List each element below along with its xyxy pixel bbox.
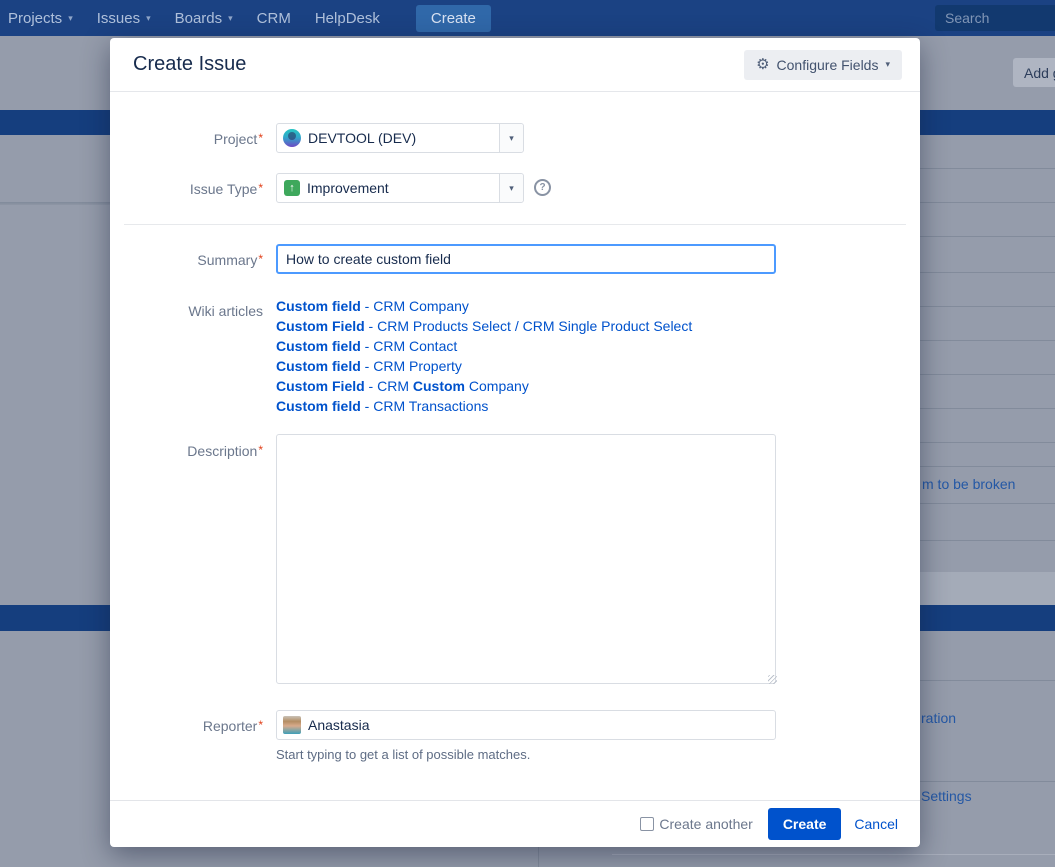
chevron-down-icon: ▾ — [228, 13, 233, 24]
dialog-title: Create Issue — [133, 53, 246, 76]
summary-input[interactable] — [276, 244, 776, 274]
resize-grip-icon[interactable] — [768, 675, 777, 684]
project-value: DEVTOOL (DEV) — [308, 130, 499, 146]
wiki-articles-list: Custom field - CRM CompanyCustom Field -… — [276, 296, 692, 416]
gear-icon: ⚙ — [756, 57, 769, 72]
background-row-divider — [920, 306, 1055, 307]
chevron-down-icon: ▾ — [885, 59, 890, 70]
chevron-down-icon: ▾ — [509, 183, 514, 194]
nav-crm-label: CRM — [257, 10, 291, 27]
issue-type-select[interactable]: ↑ Improvement ▾ — [276, 173, 524, 203]
nav-issues-label: Issues — [97, 10, 140, 27]
project-label: Project — [110, 131, 263, 147]
wiki-article-link[interactable]: Custom field - CRM Company — [276, 296, 692, 316]
description-textarea[interactable] — [276, 434, 776, 684]
improvement-icon: ↑ — [284, 180, 300, 196]
nav-create-button[interactable]: Create — [416, 5, 491, 32]
nav-helpdesk[interactable]: HelpDesk — [315, 10, 380, 27]
wiki-article-link[interactable]: Custom field - CRM Transactions — [276, 396, 692, 416]
background-row-divider — [920, 466, 1055, 467]
background-row-divider — [920, 374, 1055, 375]
reporter-input[interactable]: Anastasia — [276, 710, 776, 740]
background-row-divider — [920, 168, 1055, 169]
background-configuration-link[interactable]: ration — [921, 710, 956, 726]
search-input[interactable] — [935, 5, 1055, 31]
chevron-down-icon: ▾ — [509, 133, 514, 144]
create-button[interactable]: Create — [768, 808, 842, 840]
background-row-divider — [920, 340, 1055, 341]
background-row-divider — [920, 680, 1055, 681]
background-row-divider — [920, 272, 1055, 273]
reporter-value: Anastasia — [308, 717, 369, 733]
wiki-article-link[interactable]: Custom field - CRM Property — [276, 356, 692, 376]
add-gadget-button[interactable]: Add g — [1013, 58, 1055, 87]
background-row-divider — [920, 408, 1055, 409]
create-issue-dialog: Create Issue ⚙ Configure Fields ▾ Projec… — [110, 38, 920, 847]
wiki-article-link[interactable]: Custom Field - CRM Products Select / CRM… — [276, 316, 692, 336]
background-panel-edge — [0, 202, 110, 205]
create-another-checkbox[interactable] — [640, 817, 654, 831]
chevron-down-icon: ▾ — [68, 13, 73, 24]
background-column-divider — [538, 845, 539, 867]
top-nav: Projects ▾ Issues ▾ Boards ▾ CRM HelpDes… — [0, 0, 1055, 36]
nav-projects[interactable]: Projects ▾ — [8, 10, 73, 27]
cancel-link[interactable]: Cancel — [854, 816, 898, 832]
background-row-divider — [920, 781, 1055, 782]
issue-type-value: Improvement — [307, 180, 499, 196]
nav-helpdesk-label: HelpDesk — [315, 10, 380, 27]
description-label: Description — [110, 443, 263, 459]
background-row-divider — [920, 503, 1055, 504]
section-divider — [124, 224, 906, 225]
dialog-footer: Create another Create Cancel — [110, 800, 920, 847]
wiki-articles-label: Wiki articles — [110, 303, 263, 319]
background-row-divider — [920, 442, 1055, 443]
chevron-down-icon: ▾ — [146, 13, 151, 24]
create-another-label: Create another — [659, 816, 752, 832]
screen: Projects ▾ Issues ▾ Boards ▾ CRM HelpDes… — [0, 0, 1055, 867]
nav-boards-label: Boards — [175, 10, 223, 27]
background-row-highlight — [920, 572, 1055, 605]
background-row-divider — [920, 202, 1055, 203]
issue-type-label: Issue Type — [110, 181, 263, 197]
wiki-article-link[interactable]: Custom field - CRM Contact — [276, 336, 692, 356]
background-issue-link[interactable]: m to be broken — [922, 476, 1015, 492]
reporter-avatar — [283, 716, 301, 734]
summary-label: Summary — [110, 252, 263, 268]
help-icon[interactable]: ? — [534, 179, 551, 196]
nav-boards[interactable]: Boards ▾ — [175, 10, 233, 27]
background-settings-link[interactable]: Settings — [921, 788, 972, 804]
reporter-hint: Start typing to get a list of possible m… — [276, 747, 530, 762]
dialog-header: Create Issue ⚙ Configure Fields ▾ — [110, 38, 920, 92]
project-avatar-icon — [283, 129, 301, 147]
configure-fields-label: Configure Fields — [777, 57, 879, 73]
background-row-divider — [920, 236, 1055, 237]
issue-type-dropdown-button[interactable]: ▾ — [499, 174, 523, 202]
project-select[interactable]: DEVTOOL (DEV) ▾ — [276, 123, 524, 153]
background-row-divider — [612, 854, 1055, 855]
background-row-divider — [920, 540, 1055, 541]
nav-crm[interactable]: CRM — [257, 10, 291, 27]
project-dropdown-button[interactable]: ▾ — [499, 124, 523, 152]
nav-projects-label: Projects — [8, 10, 62, 27]
configure-fields-button[interactable]: ⚙ Configure Fields ▾ — [744, 50, 902, 80]
reporter-label: Reporter — [110, 718, 263, 734]
wiki-article-link[interactable]: Custom Field - CRM Custom Company — [276, 376, 692, 396]
nav-issues[interactable]: Issues ▾ — [97, 10, 151, 27]
